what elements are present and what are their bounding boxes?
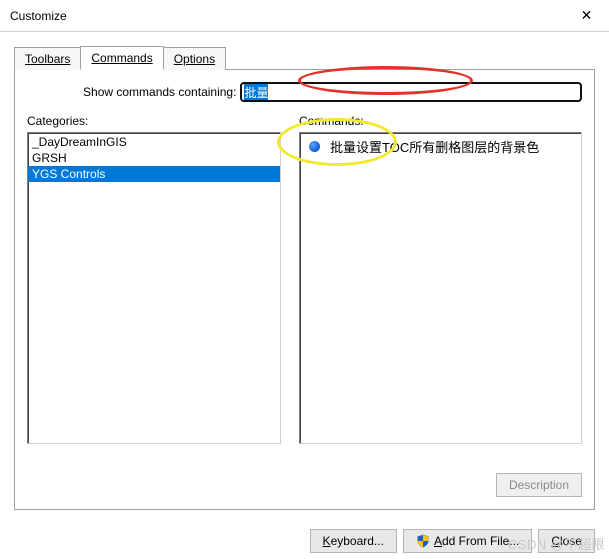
tabstrip: Toolbars Commands Options: [14, 46, 595, 70]
tab-commands[interactable]: Commands: [80, 46, 163, 70]
tab-commands-label: Commands: [91, 51, 152, 65]
tab-options-label: Options: [174, 52, 215, 66]
blue-dot-icon: [306, 139, 322, 155]
categories-label: Categories:: [27, 114, 281, 128]
commands-column: Commands: 批量设置TOC所有删格图层的背景色: [299, 114, 582, 444]
filter-label-accel: S: [83, 85, 91, 99]
description-button-label: Description: [509, 478, 569, 492]
commands-listbox[interactable]: 批量设置TOC所有删格图层的背景色: [299, 132, 582, 444]
filter-row: Show commands containing:: [27, 82, 582, 102]
description-row: Description: [496, 473, 582, 497]
titlebar: Customize ✕: [0, 0, 609, 32]
tab-toolbars[interactable]: Toolbars: [14, 47, 81, 70]
window-title: Customize: [10, 9, 67, 23]
filter-label: Show commands containing:: [83, 85, 236, 99]
description-button: Description: [496, 473, 582, 497]
tab-panel-commands: Show commands containing: Categories: _D…: [14, 70, 595, 510]
category-item[interactable]: _DayDreamInGIS: [28, 134, 280, 150]
command-item[interactable]: 批量设置TOC所有删格图层的背景色: [300, 134, 581, 159]
filter-label-rest: how commands containing:: [91, 85, 236, 99]
tab-options[interactable]: Options: [163, 47, 226, 70]
close-accel: C: [551, 534, 560, 548]
window-close-button[interactable]: ✕: [564, 0, 609, 30]
tab-toolbars-label: Toolbars: [25, 52, 70, 66]
commands-label: Commands:: [299, 114, 582, 128]
categories-listbox[interactable]: _DayDreamInGIS GRSH YGS Controls: [27, 132, 281, 444]
bottom-button-row: Keyboard... Add From File... Close: [310, 529, 595, 553]
close-button[interactable]: Close: [538, 529, 595, 553]
keyboard-rest: eyboard...: [331, 534, 384, 548]
category-item[interactable]: YGS Controls: [28, 166, 280, 182]
split-pane: Categories: _DayDreamInGIS GRSH YGS Cont…: [27, 114, 582, 444]
keyboard-button[interactable]: Keyboard...: [310, 529, 397, 553]
close-rest: lose: [560, 534, 582, 548]
addfromfile-accel: A: [434, 534, 442, 548]
addfromfile-rest: dd From File...: [442, 534, 519, 548]
dialog-content: Toolbars Commands Options Show commands …: [0, 32, 609, 559]
category-item[interactable]: GRSH: [28, 150, 280, 166]
shield-icon: [416, 534, 430, 548]
categories-column: Categories: _DayDreamInGIS GRSH YGS Cont…: [27, 114, 281, 444]
keyboard-accel: K: [323, 534, 331, 548]
filter-input[interactable]: [240, 82, 582, 102]
command-item-label: 批量设置TOC所有删格图层的背景色: [330, 137, 539, 156]
close-icon: ✕: [581, 7, 593, 24]
add-from-file-button[interactable]: Add From File...: [403, 529, 532, 553]
